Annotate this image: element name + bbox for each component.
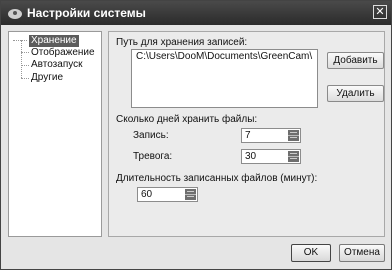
gear-icon (8, 9, 22, 19)
path-list[interactable]: C:\Users\DooM\Documents\GreenCam\ (131, 49, 318, 108)
record-days-stepper[interactable]: 7 (241, 128, 301, 143)
alarm-days-stepper[interactable]: 30 (241, 149, 301, 164)
window-title: Настройки системы (27, 6, 146, 20)
title-bar[interactable]: Настройки системы ✕ (1, 1, 391, 25)
duration-label: Длительность записанных файлов (минут): (116, 173, 318, 184)
cancel-button[interactable]: Отмена (339, 244, 385, 262)
ok-button[interactable]: OK (291, 244, 331, 262)
settings-nav-tree: Хранение Отображение Автозапуск Другие (8, 31, 102, 237)
delete-button[interactable]: Удалить (327, 85, 384, 102)
alarm-label: Тревога: (133, 151, 173, 162)
record-days-value: 7 (245, 130, 251, 141)
tree-line (21, 65, 29, 66)
spin-arrows-icon[interactable] (185, 189, 196, 200)
tree-line (13, 40, 27, 41)
days-label: Сколько дней хранить файлы: (116, 114, 258, 125)
add-button[interactable]: Добавить (327, 52, 384, 69)
nav-item-display[interactable]: Отображение (31, 47, 95, 59)
tree-line (21, 78, 29, 79)
record-label: Запись: (133, 130, 169, 141)
nav-item-storage[interactable]: Хранение (29, 35, 79, 47)
tree-line (21, 40, 22, 78)
storage-settings-panel: Путь для хранения записей: C:\Users\DooM… (108, 31, 385, 237)
path-label: Путь для хранения записей: (116, 37, 248, 48)
close-icon: ✕ (375, 6, 385, 18)
duration-stepper[interactable]: 60 (137, 187, 198, 202)
close-button[interactable]: ✕ (373, 5, 387, 19)
settings-window: Настройки системы ✕ Хранение Отображение… (0, 0, 392, 270)
alarm-days-value: 30 (245, 151, 257, 162)
duration-value: 60 (141, 189, 153, 200)
nav-item-autostart[interactable]: Автозапуск (31, 59, 83, 71)
nav-item-other[interactable]: Другие (31, 72, 63, 84)
spin-arrows-icon[interactable] (288, 130, 299, 141)
path-list-item[interactable]: C:\Users\DooM\Documents\GreenCam\ (136, 51, 313, 62)
spin-arrows-icon[interactable] (288, 151, 299, 162)
tree-line (21, 52, 29, 53)
